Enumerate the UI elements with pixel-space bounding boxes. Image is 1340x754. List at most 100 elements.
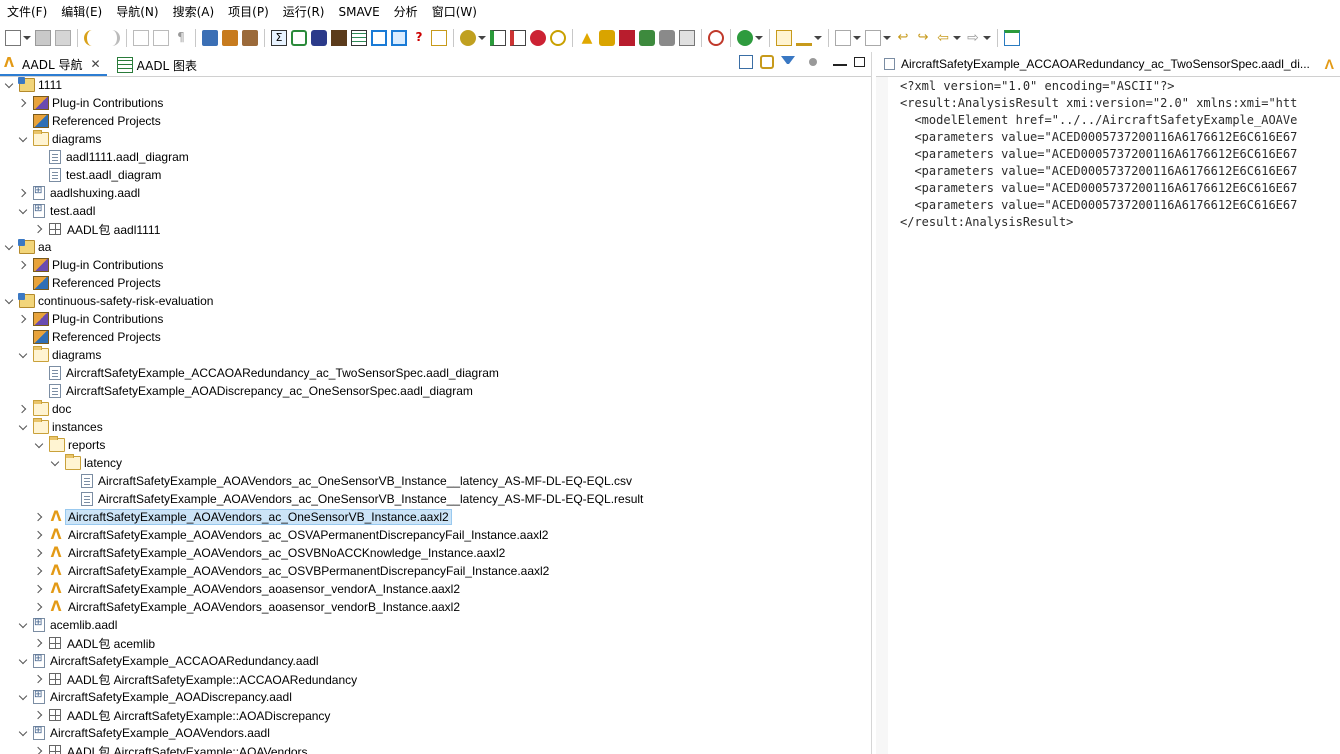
shield-gray-icon[interactable] bbox=[659, 30, 675, 46]
tree-item[interactable]: Λ AircraftSafetyExample_AOAVendors_ac_OSV… bbox=[34, 544, 506, 562]
menu-item[interactable]: 导航(N) bbox=[109, 0, 165, 24]
run-dropdown-arrow[interactable] bbox=[755, 30, 763, 46]
chevron-down-icon[interactable] bbox=[18, 619, 30, 631]
tree-item[interactable]: Λ AircraftSafetyExample_AOAVendors_aoasen… bbox=[34, 598, 460, 616]
tree-item[interactable]: Referenced Projects bbox=[18, 328, 161, 346]
battery-icon[interactable] bbox=[311, 30, 327, 46]
tree-item[interactable]: aa bbox=[4, 238, 51, 256]
chevron-right-icon[interactable] bbox=[18, 259, 30, 271]
perspective-icon[interactable] bbox=[1004, 30, 1020, 46]
run-icon[interactable] bbox=[737, 30, 753, 46]
previous-annotation-dropdown[interactable] bbox=[883, 30, 891, 46]
frame-icon[interactable] bbox=[371, 30, 387, 46]
question-icon[interactable]: ? bbox=[411, 30, 427, 46]
chevron-right-icon[interactable] bbox=[34, 223, 46, 235]
tree-item[interactable]: instances bbox=[18, 418, 103, 436]
menu-item[interactable]: SMAVE bbox=[331, 0, 386, 24]
new-dropdown-arrow[interactable] bbox=[23, 30, 31, 46]
tab-aadl-diagram[interactable]: AADL 图表 bbox=[113, 54, 204, 76]
chevron-down-icon[interactable] bbox=[50, 457, 62, 469]
tree-item[interactable]: Λ AircraftSafetyExample_AOAVendors_ac_OSV… bbox=[34, 526, 549, 544]
tree-item[interactable]: Λ AircraftSafetyExample_AOAVendors_ac_OSV… bbox=[34, 562, 550, 580]
tree-item[interactable]: diagrams bbox=[18, 130, 101, 148]
network-icon[interactable] bbox=[291, 30, 307, 46]
forward-icon[interactable]: ⇨ bbox=[965, 30, 981, 46]
next-annotation-icon[interactable] bbox=[835, 30, 851, 46]
save-icon[interactable] bbox=[35, 30, 51, 46]
chevron-down-icon[interactable] bbox=[18, 421, 30, 433]
chevron-down-icon[interactable] bbox=[4, 241, 16, 253]
next-annotation-dropdown[interactable] bbox=[853, 30, 861, 46]
tree-item[interactable]: AircraftSafetyExample_AOAVendors_ac_OneS… bbox=[66, 472, 632, 490]
branch-icon[interactable] bbox=[460, 30, 476, 46]
link-with-editor-icon[interactable] bbox=[760, 55, 774, 69]
tree-item[interactable]: test.aadl_diagram bbox=[34, 166, 161, 184]
chevron-down-icon[interactable] bbox=[18, 349, 30, 361]
tree-item[interactable]: reports bbox=[34, 436, 105, 454]
menu-item[interactable]: 窗口(W) bbox=[425, 0, 484, 24]
tree-item[interactable]: AircraftSafetyExample_AOAVendors.aadl bbox=[18, 724, 270, 742]
tab-aadl-navigator[interactable]: Λ AADL 导航 ✕ bbox=[0, 54, 107, 76]
redo-icon[interactable] bbox=[104, 30, 120, 46]
chevron-right-icon[interactable] bbox=[34, 745, 46, 754]
editor-tab[interactable]: AircraftSafetyExample_ACCAOARedundancy_a… bbox=[876, 52, 1340, 77]
chevron-right-icon[interactable] bbox=[34, 583, 46, 595]
wizard-icon[interactable] bbox=[530, 30, 546, 46]
chevron-right-icon[interactable] bbox=[34, 529, 46, 541]
tree-item[interactable]: AircraftSafetyExample_AOADiscrepancy.aad… bbox=[18, 688, 292, 706]
chart-red-icon[interactable] bbox=[619, 30, 635, 46]
tree-item[interactable]: aadlshuxing.aadl bbox=[18, 184, 140, 202]
chevron-right-icon[interactable] bbox=[34, 709, 46, 721]
chevron-down-icon[interactable] bbox=[18, 655, 30, 667]
chevron-down-icon[interactable] bbox=[4, 79, 16, 91]
chevron-right-icon[interactable] bbox=[34, 547, 46, 559]
tree-item[interactable]: Λ AircraftSafetyExample_AOAVendors_ac_One… bbox=[34, 508, 452, 526]
tree-item[interactable]: Λ AircraftSafetyExample_AOAVendors_aoasen… bbox=[34, 580, 460, 598]
chevron-down-icon[interactable] bbox=[18, 727, 30, 739]
build-icon[interactable] bbox=[242, 30, 258, 46]
pen-icon[interactable] bbox=[796, 30, 812, 46]
open-folder-icon[interactable] bbox=[776, 30, 792, 46]
grid-icon[interactable] bbox=[331, 30, 347, 46]
cut-icon[interactable] bbox=[133, 30, 149, 46]
tree-item[interactable]: AircraftSafetyExample_AOAVendors_ac_OneS… bbox=[66, 490, 643, 508]
last-edit-icon[interactable]: ↩ bbox=[895, 30, 911, 46]
minimize-icon[interactable] bbox=[833, 58, 847, 66]
chevron-right-icon[interactable] bbox=[18, 187, 30, 199]
lock-icon[interactable] bbox=[599, 30, 615, 46]
tree-item[interactable]: AADL包 AircraftSafetyExample::AOAVendors bbox=[34, 742, 308, 754]
xml-source[interactable]: <?xml version="1.0" encoding="ASCII"?> <r… bbox=[900, 78, 1297, 231]
tree-item[interactable]: doc bbox=[18, 400, 71, 418]
tree-item[interactable]: AADL包 acemlib bbox=[34, 634, 155, 652]
menu-item[interactable]: 搜索(A) bbox=[166, 0, 222, 24]
tree-item[interactable]: AircraftSafetyExample_AOADiscrepancy_ac_… bbox=[34, 382, 473, 400]
export-red-icon[interactable] bbox=[510, 30, 526, 46]
tree-item[interactable]: Referenced Projects bbox=[18, 274, 161, 292]
menu-item[interactable]: 编辑(E) bbox=[54, 0, 109, 24]
chevron-down-icon[interactable] bbox=[18, 691, 30, 703]
tree-item[interactable]: continuous-safety-risk-evaluation bbox=[4, 292, 213, 310]
view-menu-icon[interactable] bbox=[809, 58, 817, 66]
chevron-right-icon[interactable] bbox=[34, 637, 46, 649]
chevron-right-icon[interactable] bbox=[34, 565, 46, 577]
ring-icon[interactable] bbox=[550, 30, 566, 46]
previous-annotation-icon[interactable] bbox=[865, 30, 881, 46]
pen-dropdown-arrow[interactable] bbox=[814, 30, 822, 46]
menu-item[interactable]: 文件(F) bbox=[0, 0, 54, 24]
tree-item[interactable]: AADL包 aadl1111 bbox=[34, 220, 160, 238]
tree-item[interactable]: Plug-in Contributions bbox=[18, 310, 163, 328]
chevron-right-icon[interactable] bbox=[18, 313, 30, 325]
sigma-icon[interactable]: Σ bbox=[271, 30, 287, 46]
tree-item[interactable]: latency bbox=[50, 454, 122, 472]
paragraph-icon[interactable]: ¶ bbox=[173, 30, 189, 46]
warning-icon[interactable]: ▲ bbox=[579, 30, 595, 46]
tree-item[interactable]: AADL包 AircraftSafetyExample::ACCAOARedun… bbox=[34, 670, 357, 688]
menu-item[interactable]: 分析 bbox=[387, 0, 425, 24]
tree-item[interactable]: Plug-in Contributions bbox=[18, 94, 163, 112]
forward-edit-icon[interactable]: ↪ bbox=[915, 30, 931, 46]
new-icon[interactable] bbox=[5, 30, 21, 46]
back-icon[interactable]: ⇦ bbox=[935, 30, 951, 46]
tree-item[interactable]: AADL包 AircraftSafetyExample::AOADiscrepa… bbox=[34, 706, 330, 724]
undo-icon[interactable] bbox=[84, 30, 100, 46]
tree-item[interactable]: aadl1111.aadl_diagram bbox=[34, 148, 189, 166]
